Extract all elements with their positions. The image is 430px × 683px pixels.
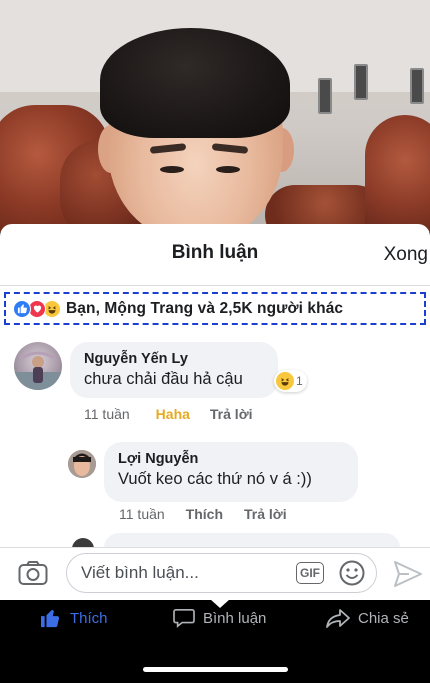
comment-icon: [173, 609, 195, 628]
avatar[interactable]: [14, 342, 62, 390]
reaction-count-number: 1: [296, 374, 303, 388]
comment-composer: GIF: [0, 547, 430, 600]
comment-text: Vuốt keo các thứ nó v á :)): [118, 470, 312, 488]
haha-icon: [276, 372, 294, 390]
sheet-title: Bình luận: [171, 242, 259, 263]
photo-eye-right: [216, 166, 240, 173]
gif-button[interactable]: GIF: [296, 562, 324, 584]
share-button-label: Chia sẻ: [358, 609, 409, 627]
photo-eye-left: [160, 166, 184, 173]
home-indicator: [143, 667, 288, 672]
like-icon: [13, 299, 31, 318]
comment-time: 11 tuần: [84, 406, 130, 422]
thumbs-up-icon: [41, 609, 60, 628]
comment-meta: 11 tuần Haha Trả lời: [84, 406, 253, 422]
haha-reaction-button[interactable]: Haha: [156, 406, 190, 422]
comment-input[interactable]: [81, 554, 281, 592]
comment-button-label: Bình luận: [203, 609, 267, 627]
reply-button[interactable]: Trả lời: [210, 406, 253, 422]
reply-button[interactable]: Trả lời: [244, 506, 287, 522]
comment-bubble[interactable]: Nguyễn Yến Ly chưa chải đầu hả cậu: [70, 342, 278, 398]
comment-text: chưa chải đầu hả cậu: [84, 370, 243, 388]
reactions-summary[interactable]: Bạn, Mộng Trang và 2,5K người khác: [4, 292, 426, 325]
share-button[interactable]: Chia sẻ: [326, 608, 409, 628]
reactions-summary-text: Bạn, Mộng Trang và 2,5K người khác: [66, 299, 344, 317]
sticker-icon[interactable]: [339, 560, 365, 586]
post-photo: [0, 0, 430, 232]
avatar[interactable]: [68, 450, 96, 478]
comment-meta: 11 tuần Thích Trả lời: [119, 506, 287, 522]
like-comment-button[interactable]: Thích: [186, 506, 223, 522]
comment-author[interactable]: Lợi Nguyễn: [118, 451, 344, 467]
photo-vent-2: [354, 64, 368, 100]
done-button[interactable]: Xong: [382, 244, 430, 266]
send-icon[interactable]: [393, 560, 423, 588]
sheet-header: Bình luận Xong: [0, 224, 430, 286]
photo-vent-1: [318, 78, 332, 114]
comment-bubble[interactable]: Lợi Nguyễn Vuốt keo các thứ nó v á :)): [104, 442, 358, 502]
comment-input-box[interactable]: GIF: [66, 553, 377, 593]
active-tab-indicator: [210, 599, 230, 608]
like-button-label: Thích: [70, 609, 108, 627]
comment-author[interactable]: Nguyễn Yến Ly: [84, 351, 264, 367]
comments-sheet: Bình luận Xong Bạn, Mộng Trang và 2,5K n…: [0, 224, 430, 600]
photo-vent-3: [410, 68, 424, 104]
photo-hair: [100, 28, 290, 138]
camera-icon[interactable]: [18, 560, 48, 586]
comment-time: 11 tuần: [119, 506, 165, 522]
photo-furniture-right: [365, 115, 430, 232]
comment-button[interactable]: Bình luận: [173, 608, 266, 628]
comment-reaction-count[interactable]: 1: [274, 370, 307, 392]
post-action-bar: Thích Bình luận Chia sẻ: [0, 599, 430, 640]
share-icon: [326, 609, 350, 628]
like-button[interactable]: Thích: [40, 608, 108, 628]
